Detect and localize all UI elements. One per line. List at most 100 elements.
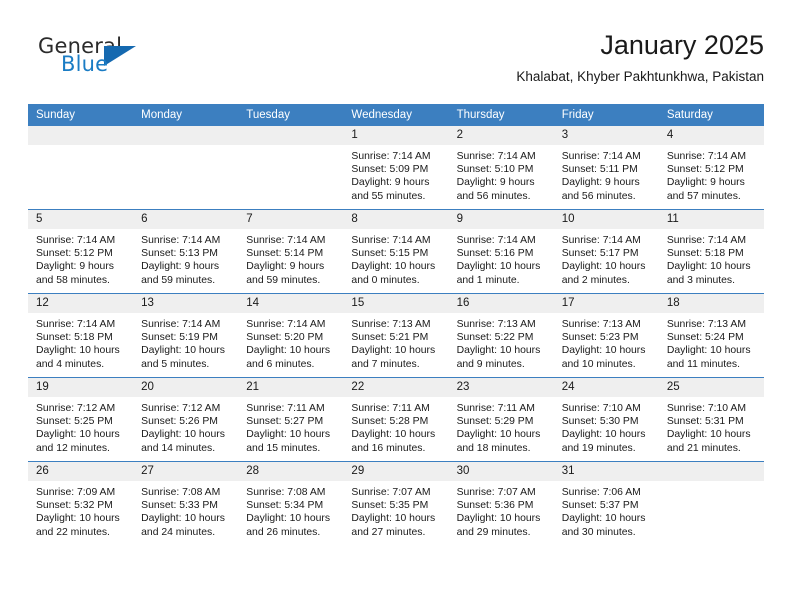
sunrise-text: Sunrise: 7:12 AM xyxy=(36,403,116,414)
day-info: Sunrise: 7:12 AM Sunset: 5:26 PM Dayligh… xyxy=(133,397,238,455)
day-info: Sunrise: 7:10 AM Sunset: 5:31 PM Dayligh… xyxy=(659,397,764,455)
calendar-day-cell[interactable]: 13 Sunrise: 7:14 AM Sunset: 5:19 PM Dayl… xyxy=(133,293,239,378)
day-number xyxy=(28,126,134,145)
calendar-day-cell[interactable]: 22 Sunrise: 7:11 AM Sunset: 5:28 PM Dayl… xyxy=(343,377,449,462)
weekday-header-saturday: Saturday xyxy=(658,104,764,126)
calendar-day-cell[interactable]: 21 Sunrise: 7:11 AM Sunset: 5:27 PM Dayl… xyxy=(238,377,344,462)
daylight-text-line2: and 29 minutes. xyxy=(456,526,531,538)
daylight-text-line2: and 26 minutes. xyxy=(246,526,321,538)
daylight-text-line1: Daylight: 10 hours xyxy=(666,261,751,273)
calendar-day-cell[interactable]: 6 Sunrise: 7:14 AM Sunset: 5:13 PM Dayli… xyxy=(133,209,239,294)
sunset-text: Sunset: 5:12 PM xyxy=(666,164,744,176)
day-number: 8 xyxy=(343,210,449,229)
day-number: 15 xyxy=(343,294,449,313)
calendar-day-cell[interactable]: 25 Sunrise: 7:10 AM Sunset: 5:31 PM Dayl… xyxy=(658,377,764,462)
day-number: 3 xyxy=(553,126,659,145)
day-number xyxy=(238,126,344,145)
sunset-text: Sunset: 5:30 PM xyxy=(561,416,639,428)
general-blue-logo[interactable]: General Blue xyxy=(28,34,208,90)
calendar-day-cell[interactable]: 17 Sunrise: 7:13 AM Sunset: 5:23 PM Dayl… xyxy=(553,293,659,378)
calendar-day-cell[interactable]: 5 Sunrise: 7:14 AM Sunset: 5:12 PM Dayli… xyxy=(28,209,134,294)
calendar-day-cell[interactable]: 9 Sunrise: 7:14 AM Sunset: 5:16 PM Dayli… xyxy=(448,209,554,294)
calendar-day-cell[interactable]: 30 Sunrise: 7:07 AM Sunset: 5:36 PM Dayl… xyxy=(448,461,554,545)
calendar-day-cell[interactable]: 24 Sunrise: 7:10 AM Sunset: 5:30 PM Dayl… xyxy=(553,377,659,462)
calendar-day-cell[interactable]: 3 Sunrise: 7:14 AM Sunset: 5:11 PM Dayli… xyxy=(553,126,659,210)
sunrise-text: Sunrise: 7:14 AM xyxy=(246,235,326,246)
day-number: 13 xyxy=(133,294,239,313)
calendar-day-cell[interactable] xyxy=(238,126,344,210)
calendar-day-cell[interactable]: 7 Sunrise: 7:14 AM Sunset: 5:14 PM Dayli… xyxy=(238,209,344,294)
day-number: 31 xyxy=(553,462,659,481)
calendar-day-cell[interactable]: 11 Sunrise: 7:14 AM Sunset: 5:18 PM Dayl… xyxy=(658,209,764,294)
weekday-header-friday: Friday xyxy=(553,104,659,126)
calendar-day-cell[interactable] xyxy=(133,126,239,210)
calendar-day-cell[interactable]: 26 Sunrise: 7:09 AM Sunset: 5:32 PM Dayl… xyxy=(28,461,134,545)
calendar-day-cell[interactable]: 23 Sunrise: 7:11 AM Sunset: 5:29 PM Dayl… xyxy=(448,377,554,462)
daylight-text-line1: Daylight: 10 hours xyxy=(561,345,646,357)
sunrise-text: Sunrise: 7:14 AM xyxy=(456,151,536,162)
sunset-text: Sunset: 5:20 PM xyxy=(246,332,324,344)
daylight-text-line2: and 3 minutes. xyxy=(666,274,736,286)
calendar-day-cell[interactable]: 29 Sunrise: 7:07 AM Sunset: 5:35 PM Dayl… xyxy=(343,461,449,545)
day-info: Sunrise: 7:14 AM Sunset: 5:13 PM Dayligh… xyxy=(133,229,238,287)
sunrise-text: Sunrise: 7:14 AM xyxy=(456,235,536,246)
calendar-day-cell[interactable]: 27 Sunrise: 7:08 AM Sunset: 5:33 PM Dayl… xyxy=(133,461,239,545)
calendar-day-cell[interactable]: 8 Sunrise: 7:14 AM Sunset: 5:15 PM Dayli… xyxy=(343,209,449,294)
day-number: 26 xyxy=(28,462,134,481)
day-number: 5 xyxy=(28,210,134,229)
daylight-text-line2: and 6 minutes. xyxy=(246,358,315,370)
day-info: Sunrise: 7:13 AM Sunset: 5:23 PM Dayligh… xyxy=(554,313,659,371)
sunrise-text: Sunrise: 7:14 AM xyxy=(666,151,746,162)
calendar-week-row: 12 Sunrise: 7:14 AM Sunset: 5:18 PM Dayl… xyxy=(28,293,764,378)
sunrise-text: Sunrise: 7:11 AM xyxy=(246,403,325,414)
sunrise-text: Sunrise: 7:14 AM xyxy=(561,235,641,246)
day-number: 6 xyxy=(133,210,239,229)
calendar-day-cell[interactable]: 31 Sunrise: 7:06 AM Sunset: 5:37 PM Dayl… xyxy=(553,461,659,545)
day-info: Sunrise: 7:09 AM Sunset: 5:32 PM Dayligh… xyxy=(28,481,133,539)
daylight-text-line2: and 5 minutes. xyxy=(141,358,210,370)
day-number: 17 xyxy=(553,294,659,313)
day-info xyxy=(238,145,343,150)
calendar-day-cell[interactable]: 15 Sunrise: 7:13 AM Sunset: 5:21 PM Dayl… xyxy=(343,293,449,378)
daylight-text-line1: Daylight: 9 hours xyxy=(141,261,220,273)
day-info: Sunrise: 7:08 AM Sunset: 5:33 PM Dayligh… xyxy=(133,481,238,539)
calendar-day-cell[interactable] xyxy=(28,126,134,210)
day-number: 30 xyxy=(448,462,554,481)
day-number: 22 xyxy=(343,378,449,397)
calendar-day-cell[interactable] xyxy=(658,461,764,545)
daylight-text-line2: and 10 minutes. xyxy=(561,358,636,370)
calendar-day-cell[interactable]: 1 Sunrise: 7:14 AM Sunset: 5:09 PM Dayli… xyxy=(343,126,449,210)
day-info: Sunrise: 7:14 AM Sunset: 5:17 PM Dayligh… xyxy=(554,229,659,287)
calendar-day-cell[interactable]: 18 Sunrise: 7:13 AM Sunset: 5:24 PM Dayl… xyxy=(658,293,764,378)
calendar-week-row: 5 Sunrise: 7:14 AM Sunset: 5:12 PM Dayli… xyxy=(28,209,764,294)
sunrise-text: Sunrise: 7:09 AM xyxy=(36,487,116,498)
daylight-text-line2: and 14 minutes. xyxy=(141,442,216,454)
sunrise-text: Sunrise: 7:14 AM xyxy=(246,319,326,330)
sunrise-text: Sunrise: 7:11 AM xyxy=(351,403,430,414)
calendar-day-cell[interactable]: 19 Sunrise: 7:12 AM Sunset: 5:25 PM Dayl… xyxy=(28,377,134,462)
sunset-text: Sunset: 5:18 PM xyxy=(36,332,113,344)
calendar-day-cell[interactable]: 28 Sunrise: 7:08 AM Sunset: 5:34 PM Dayl… xyxy=(238,461,344,545)
day-number: 1 xyxy=(343,126,449,145)
calendar-day-cell[interactable]: 14 Sunrise: 7:14 AM Sunset: 5:20 PM Dayl… xyxy=(238,293,344,378)
calendar-day-cell[interactable]: 12 Sunrise: 7:14 AM Sunset: 5:18 PM Dayl… xyxy=(28,293,134,378)
calendar-day-cell[interactable]: 2 Sunrise: 7:14 AM Sunset: 5:10 PM Dayli… xyxy=(448,126,554,210)
day-number: 24 xyxy=(553,378,659,397)
day-info: Sunrise: 7:14 AM Sunset: 5:12 PM Dayligh… xyxy=(28,229,133,287)
daylight-text-line2: and 59 minutes. xyxy=(141,274,216,286)
weekday-header-wednesday: Wednesday xyxy=(343,104,449,126)
weekday-header-monday: Monday xyxy=(133,104,239,126)
day-number: 25 xyxy=(658,378,764,397)
calendar-day-cell[interactable]: 16 Sunrise: 7:13 AM Sunset: 5:22 PM Dayl… xyxy=(448,293,554,378)
calendar-day-cell[interactable]: 10 Sunrise: 7:14 AM Sunset: 5:17 PM Dayl… xyxy=(553,209,659,294)
sunset-text: Sunset: 5:19 PM xyxy=(141,332,218,344)
day-info: Sunrise: 7:14 AM Sunset: 5:12 PM Dayligh… xyxy=(659,145,764,203)
day-info: Sunrise: 7:14 AM Sunset: 5:14 PM Dayligh… xyxy=(238,229,343,287)
sunrise-text: Sunrise: 7:06 AM xyxy=(561,487,641,498)
calendar-day-cell[interactable]: 4 Sunrise: 7:14 AM Sunset: 5:12 PM Dayli… xyxy=(658,126,764,210)
sunset-text: Sunset: 5:11 PM xyxy=(561,164,638,176)
day-info: Sunrise: 7:14 AM Sunset: 5:11 PM Dayligh… xyxy=(554,145,659,203)
day-info: Sunrise: 7:07 AM Sunset: 5:35 PM Dayligh… xyxy=(343,481,448,539)
daylight-text-line2: and 56 minutes. xyxy=(561,190,636,202)
calendar-day-cell[interactable]: 20 Sunrise: 7:12 AM Sunset: 5:26 PM Dayl… xyxy=(133,377,239,462)
